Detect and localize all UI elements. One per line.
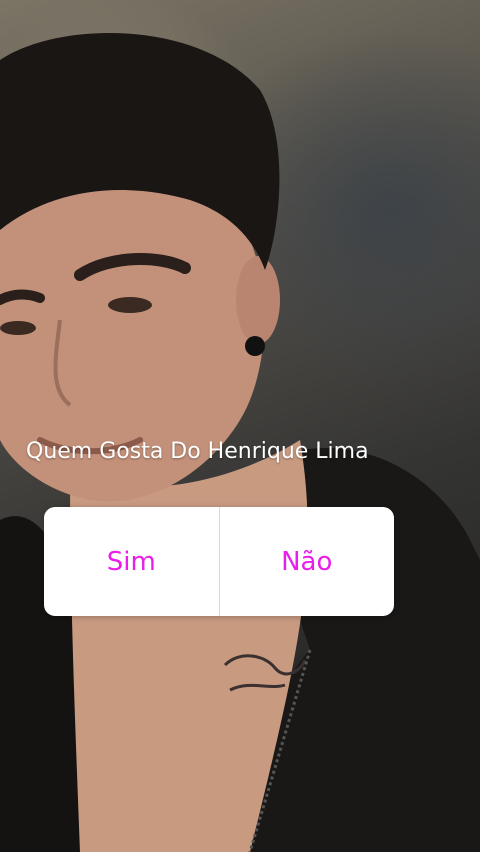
story-view: Quem Gosta Do Henrique Lima Sim Não bbox=[0, 0, 480, 852]
eye-right bbox=[108, 297, 152, 313]
ear-plug bbox=[245, 336, 265, 356]
eye-left bbox=[0, 321, 36, 335]
eyebrow-left bbox=[0, 289, 45, 305]
portrait-photo bbox=[0, 32, 480, 852]
poll-sticker: Sim Não bbox=[44, 507, 394, 616]
ear bbox=[236, 256, 280, 344]
poll-option-nao[interactable]: Não bbox=[220, 507, 395, 616]
poll-option-sim[interactable]: Sim bbox=[44, 507, 219, 616]
poll-question: Quem Gosta Do Henrique Lima bbox=[26, 439, 369, 464]
